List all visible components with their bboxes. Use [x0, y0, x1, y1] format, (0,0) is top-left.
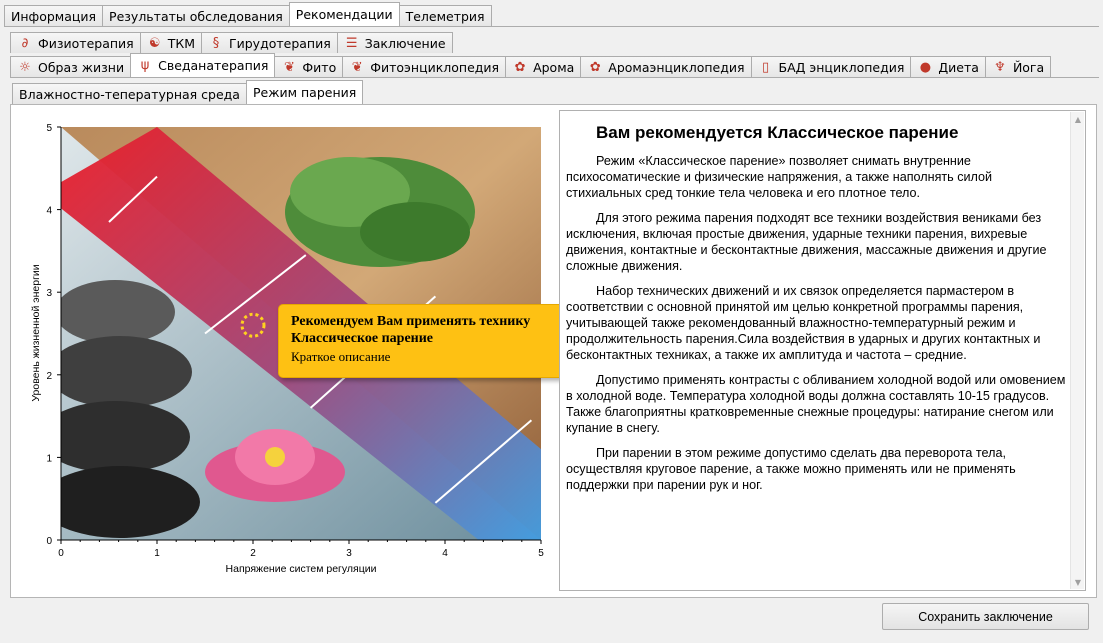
description-paragraph: Допустимо применять контрасты с обливани… — [566, 373, 1066, 435]
scroll-down-icon[interactable]: ▼ — [1071, 575, 1085, 589]
tcm-icon: ☯ — [148, 35, 161, 51]
tab-humidity-temp[interactable]: Влажностно-тепературная среда — [12, 83, 247, 104]
y-tick-label: 1 — [46, 453, 52, 464]
tab-bad-encyclopedia[interactable]: ▯ БАД энциклопедия — [750, 56, 912, 77]
tab-label: Физиотерапия — [38, 35, 134, 51]
tab-phytoencyclopedia[interactable]: ❦ Фитоэнциклопедия — [342, 56, 507, 77]
tab-phyto[interactable]: ❦ Фито — [274, 56, 344, 77]
x-tick-label: 4 — [442, 548, 448, 559]
x-tick-label: 1 — [154, 548, 160, 559]
description-title: Вам рекомендуется Классическое парение — [596, 123, 959, 142]
x-tick-label: 0 — [58, 548, 64, 559]
tab-label: Йога — [1012, 59, 1045, 75]
tab-hirudo[interactable]: § Гирудотерапия — [200, 32, 338, 53]
tab-label: Гирудотерапия — [228, 35, 331, 51]
y-tick-label: 4 — [46, 206, 52, 217]
tab-conclusion[interactable]: ☰ Заключение — [336, 32, 453, 53]
recommendation-callout[interactable]: Рекомендуем Вам применять технику Класси… — [278, 304, 567, 378]
main-tabs: Информация Результаты обследования Реком… — [4, 2, 492, 26]
description-paragraph: Для этого режима парения подходят все те… — [566, 211, 1047, 273]
flower-book-icon: ✿ — [589, 59, 601, 75]
leaf-icon: ❦ — [283, 59, 295, 75]
sub-tabs-row2: ☼ Образ жизни ψ Сведанатерапия ❦ Фито ❦ Фито… — [10, 53, 1052, 77]
divider — [4, 26, 1099, 27]
broom-icon: ψ — [140, 58, 150, 73]
yoga-icon: ♆ — [994, 59, 1006, 75]
description-paragraph: При парении в этом режиме допустимо сдел… — [566, 446, 1016, 492]
tab-label: Влажностно-тепературная среда — [19, 86, 240, 102]
save-conclusion-button[interactable]: Сохранить заключение — [882, 603, 1089, 630]
x-tick-label: 5 — [538, 548, 544, 559]
tab-recommendations[interactable]: Рекомендации — [288, 2, 400, 26]
tab-label: Результаты обследования — [109, 8, 283, 24]
tab-label: ТКМ — [167, 35, 195, 51]
tab-label: Сведанатерапия — [158, 58, 269, 73]
divider — [10, 77, 1099, 78]
tab-aroma[interactable]: ✿ Арома — [505, 56, 582, 77]
tab-label: Аромаэнциклопедия — [608, 59, 745, 75]
tab-label: Фитоэнциклопедия — [370, 59, 500, 75]
sub-tabs-row1: ∂ Физиотерапия ☯ ТКМ § Гирудотерапия ☰ Заклю… — [10, 29, 453, 53]
y-tick-label: 5 — [46, 123, 52, 134]
tab-lifestyle[interactable]: ☼ Образ жизни — [10, 56, 132, 77]
tab-label: Диета — [938, 59, 979, 75]
tab-svedana[interactable]: ψ Сведанатерапия — [130, 53, 276, 77]
x-tick-label: 2 — [250, 548, 256, 559]
tab-info[interactable]: Информация — [4, 5, 104, 26]
tab-telemetry[interactable]: Телеметрия — [398, 5, 492, 26]
inner-tabs: Влажностно-тепературная среда Режим паре… — [12, 80, 364, 104]
callout-subtitle: Краткое описание — [291, 349, 391, 364]
description-paragraph: Режим «Классическое парение» позволяет с… — [566, 154, 993, 200]
y-axis-label: Уровень жизненной энергии — [30, 264, 42, 401]
document-icon: ☰ — [345, 35, 358, 51]
tab-tcm[interactable]: ☯ ТКМ — [139, 32, 202, 53]
tab-label: Арома — [533, 59, 575, 75]
y-tick-label: 3 — [46, 288, 52, 299]
vertical-scrollbar[interactable]: ▲ ▼ — [1070, 112, 1084, 589]
flower-icon: ✿ — [514, 59, 526, 75]
sun-icon: ☼ — [19, 59, 31, 75]
apple-icon: ● — [919, 59, 932, 75]
tab-label: Образ жизни — [38, 59, 125, 75]
tab-label: Рекомендации — [295, 7, 393, 22]
description-panel[interactable]: Вам рекомендуется Классическое парение Р… — [559, 110, 1086, 591]
x-axis-label: Напряжение систем регуляции — [226, 563, 377, 575]
tab-label: Фито — [302, 59, 337, 75]
description-paragraph: Набор технических движений и их связок о… — [566, 284, 1041, 362]
callout-title: Рекомендуем Вам применять технику Класси… — [291, 314, 531, 346]
y-tick-label: 2 — [46, 371, 52, 382]
description-content: Вам рекомендуется Классическое парение Р… — [566, 119, 1066, 502]
leech-icon: § — [212, 35, 220, 51]
tab-label: БАД энциклопедия — [778, 59, 905, 75]
leaf-book-icon: ❦ — [351, 59, 363, 75]
tab-results[interactable]: Результаты обследования — [102, 5, 290, 26]
tab-label: Информация — [11, 8, 97, 24]
tab-label: Заключение — [364, 35, 446, 51]
tab-steam-mode[interactable]: Режим парения — [245, 80, 364, 104]
tab-label: Телеметрия — [405, 8, 485, 24]
tab-diet[interactable]: ● Диета — [910, 56, 986, 77]
tab-label: Режим парения — [252, 85, 357, 100]
bottle-icon: ▯ — [761, 59, 770, 75]
y-tick-label: 0 — [46, 536, 52, 547]
birch-broom — [285, 157, 475, 267]
x-tick-label: 3 — [346, 548, 352, 559]
physio-icon: ∂ — [21, 35, 29, 51]
tab-aromaencyclopedia[interactable]: ✿ Аромаэнциклопедия — [580, 56, 752, 77]
tab-yoga[interactable]: ♆ Йога — [984, 56, 1052, 77]
scroll-up-icon[interactable]: ▲ — [1071, 112, 1085, 126]
tab-physio[interactable]: ∂ Физиотерапия — [10, 32, 141, 53]
